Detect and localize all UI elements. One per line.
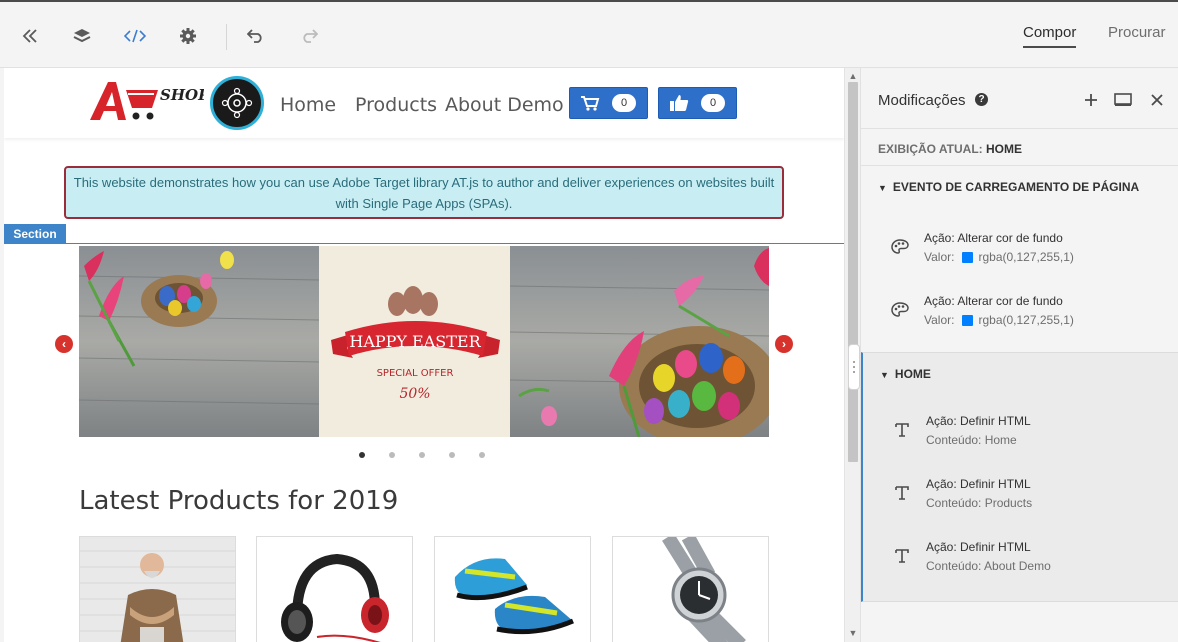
easter-banner-carousel[interactable]: HAPPY EASTER SPECIAL OFFER 50% bbox=[79, 246, 769, 437]
product-card-sneakers[interactable] bbox=[434, 536, 591, 642]
chevron-down-icon: ▼ bbox=[880, 370, 889, 380]
action-label: Ação: Definir HTML bbox=[926, 477, 1031, 491]
action-detail: Conteúdo: About Demo bbox=[926, 559, 1051, 573]
palette-icon bbox=[891, 238, 909, 256]
adobe-target-logo[interactable] bbox=[210, 76, 264, 130]
latest-products-heading: Latest Products for 2019 bbox=[79, 486, 399, 516]
action-detail: Conteúdo: Home bbox=[926, 433, 1017, 447]
current-view-label: EXIBIÇÃO ATUAL: bbox=[878, 142, 983, 156]
toolbar-separator bbox=[226, 24, 227, 50]
close-icon[interactable] bbox=[1147, 90, 1167, 110]
group-title: EVENTO DE CARREGAMENTO DE PÁGINA bbox=[892, 180, 1140, 194]
panel-resize-handle[interactable] bbox=[848, 344, 860, 390]
action-label: Ação: Alterar cor de fundo bbox=[924, 294, 1063, 308]
text-icon bbox=[893, 484, 911, 502]
banner-line-3: 50% bbox=[399, 386, 430, 402]
like-count: 0 bbox=[701, 94, 725, 112]
help-icon[interactable]: ? bbox=[975, 93, 988, 106]
banner-line-2: SPECIAL OFFER bbox=[377, 368, 454, 379]
group-page-load-event: ▼ EVENTO DE CARREGAMENTO DE PÁGINA Ação: … bbox=[861, 166, 1178, 352]
carousel-dot-2[interactable] bbox=[389, 452, 395, 458]
carousel-dot-5[interactable] bbox=[479, 452, 485, 458]
carousel-dot-1[interactable] bbox=[359, 452, 365, 458]
product-card-headphones[interactable] bbox=[256, 536, 413, 642]
carousel-next-button[interactable]: › bbox=[775, 335, 793, 353]
group-header-page-load[interactable]: ▼ EVENTO DE CARREGAMENTO DE PÁGINA bbox=[878, 180, 1139, 194]
scroll-down-icon[interactable]: ▼ bbox=[848, 628, 858, 638]
action-label: Ação: Alterar cor de fundo bbox=[924, 231, 1063, 245]
color-swatch bbox=[962, 314, 974, 326]
action-label: Ação: Definir HTML bbox=[926, 414, 1031, 428]
color-swatch bbox=[962, 251, 974, 263]
like-button[interactable]: 0 bbox=[658, 87, 737, 119]
website-preview-canvas[interactable]: SHOP Home Products About Demo 0 0 This w… bbox=[4, 68, 844, 642]
palette-icon bbox=[891, 301, 909, 319]
tab-compor[interactable]: Compor bbox=[1023, 24, 1077, 48]
text-icon bbox=[893, 547, 911, 565]
carousel-dot-4[interactable] bbox=[449, 452, 455, 458]
device-view-icon[interactable] bbox=[1113, 90, 1133, 110]
product-card-person[interactable] bbox=[79, 536, 236, 642]
action-detail: Valor: rgba(0,127,255,1) bbox=[924, 313, 1074, 327]
action-item[interactable]: Ação: Definir HTML Conteúdo: Home bbox=[863, 407, 1178, 457]
redo-icon[interactable] bbox=[297, 24, 321, 48]
action-item[interactable]: Ação: Definir HTML Conteúdo: About Demo bbox=[863, 533, 1178, 583]
current-view-bar: EXIBIÇÃO ATUAL: HOME bbox=[861, 128, 1178, 166]
tab-procurar[interactable]: Procurar bbox=[1108, 24, 1166, 41]
action-detail: Conteúdo: Products bbox=[926, 496, 1033, 510]
editor-toolbar: Compor Procurar bbox=[0, 2, 1178, 68]
text-icon bbox=[893, 421, 911, 439]
logo-text: SHOP bbox=[160, 86, 204, 104]
group-header-home[interactable]: ▼ HOME bbox=[880, 367, 931, 381]
action-detail: Valor: rgba(0,127,255,1) bbox=[924, 250, 1074, 264]
layers-icon[interactable] bbox=[70, 24, 94, 48]
panel-title: Modificações bbox=[878, 92, 966, 109]
action-item[interactable]: Ação: Alterar cor de fundo Valor: rgba(0… bbox=[861, 287, 1178, 337]
nav-home[interactable]: Home bbox=[280, 94, 336, 116]
carousel-dots bbox=[359, 452, 485, 458]
detail-label: Valor: bbox=[924, 313, 955, 327]
detail-value: rgba(0,127,255,1) bbox=[978, 313, 1074, 327]
carousel-dot-3[interactable] bbox=[419, 452, 425, 458]
current-view-value: HOME bbox=[986, 142, 1023, 156]
action-item[interactable]: Ação: Definir HTML Conteúdo: Products bbox=[863, 470, 1178, 520]
chevron-down-icon: ▼ bbox=[878, 183, 887, 193]
banner-line-1: HAPPY EASTER bbox=[349, 332, 481, 351]
section-highlight-line bbox=[4, 243, 844, 244]
action-label: Ação: Definir HTML bbox=[926, 540, 1031, 554]
nav-about-demo[interactable]: About Demo bbox=[445, 94, 564, 116]
detail-value: rgba(0,127,255,1) bbox=[978, 250, 1074, 264]
cart-button[interactable]: 0 bbox=[569, 87, 648, 119]
section-tag[interactable]: Section bbox=[4, 224, 66, 244]
modifications-panel: Modificações ? EXIBIÇÃO ATUAL: HOME ▼ EVE… bbox=[860, 68, 1178, 642]
code-icon[interactable] bbox=[123, 24, 147, 48]
scrollbar-thumb[interactable] bbox=[848, 82, 858, 462]
nav-products[interactable]: Products bbox=[355, 94, 437, 116]
info-notice: This website demonstrates how you can us… bbox=[64, 166, 784, 219]
collapse-icon[interactable] bbox=[18, 24, 42, 48]
group-home: ▼ HOME Ação: Definir HTML Conteúdo: Home … bbox=[861, 352, 1178, 602]
cart-icon bbox=[581, 96, 600, 111]
thumbs-up-icon bbox=[670, 95, 689, 111]
product-card-watch[interactable] bbox=[612, 536, 769, 642]
detail-label: Valor: bbox=[924, 250, 955, 264]
cart-count: 0 bbox=[612, 94, 636, 112]
carousel-prev-button[interactable]: ‹ bbox=[55, 335, 73, 353]
action-item[interactable]: Ação: Alterar cor de fundo Valor: rgba(0… bbox=[861, 224, 1178, 274]
scroll-up-icon[interactable]: ▲ bbox=[848, 71, 858, 81]
group-title: HOME bbox=[894, 367, 931, 381]
panel-header: Modificações ? bbox=[861, 68, 1178, 128]
site-header: SHOP Home Products About Demo 0 0 bbox=[4, 68, 844, 138]
gear-icon[interactable] bbox=[176, 24, 200, 48]
undo-icon[interactable] bbox=[244, 24, 268, 48]
shop-logo[interactable]: SHOP bbox=[86, 76, 210, 126]
add-icon[interactable] bbox=[1081, 90, 1101, 110]
